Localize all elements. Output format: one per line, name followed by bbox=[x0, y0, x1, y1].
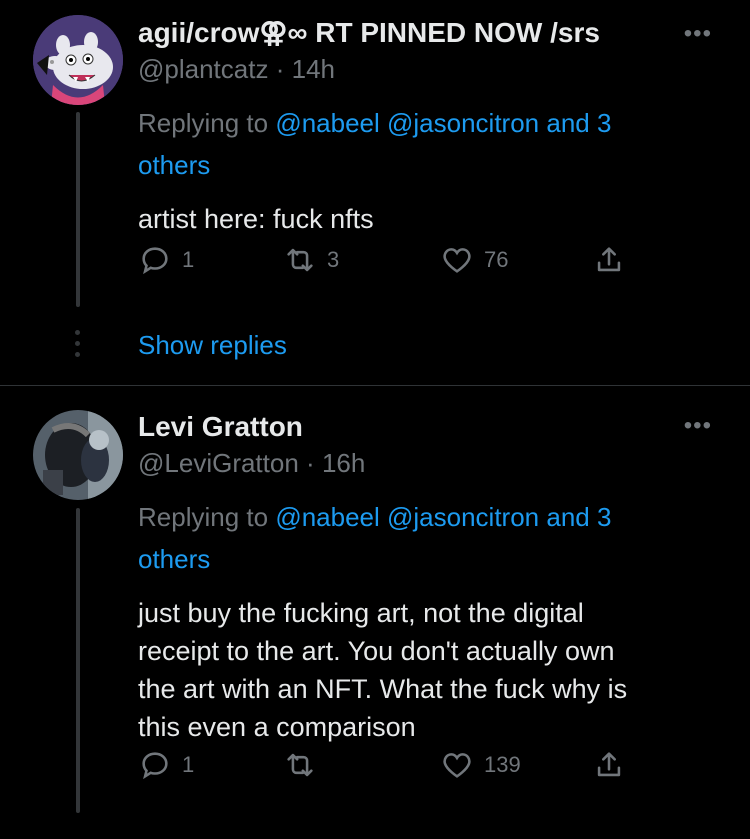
handle-row: @plantcatz · 14h bbox=[138, 52, 698, 86]
share-button[interactable] bbox=[592, 748, 626, 782]
tweet-text-line: the art with an NFT. What the fuck why i… bbox=[138, 674, 628, 704]
thread-dots bbox=[71, 330, 83, 363]
retweet-icon bbox=[287, 753, 313, 777]
heart-icon bbox=[443, 248, 471, 273]
tweet-content: Levi Gratton @LeviGratton · 16h Replying… bbox=[138, 410, 698, 746]
handle[interactable]: @plantcatz bbox=[138, 54, 268, 84]
tweet-text: just buy the fucking art, not the digita… bbox=[138, 594, 698, 746]
like-count: 139 bbox=[484, 752, 521, 777]
mention-links[interactable]: @nabeel @jasoncitron bbox=[275, 108, 539, 138]
more-options-icon[interactable]: ••• bbox=[684, 412, 712, 440]
reply-button[interactable]: 1 bbox=[138, 748, 194, 782]
avatar[interactable] bbox=[33, 410, 123, 500]
replying-to: Replying to @nabeel @jasoncitron and 3 o… bbox=[138, 496, 698, 580]
timestamp[interactable]: 16h bbox=[322, 448, 365, 478]
tweet-text: artist here: fuck nfts bbox=[138, 204, 374, 234]
tweet-2[interactable]: Levi Gratton @LeviGratton · 16h Replying… bbox=[0, 386, 750, 839]
mention-links[interactable]: @nabeel @jasoncitron bbox=[275, 502, 539, 532]
retweet-count: 3 bbox=[327, 247, 340, 272]
tweet-1[interactable]: agii/crow⚢∞ RT PINNED NOW /srs @plantcat… bbox=[0, 0, 750, 385]
like-button[interactable]: 139 bbox=[440, 748, 521, 782]
replying-prefix: Replying to bbox=[138, 108, 269, 138]
thread-line bbox=[76, 508, 80, 813]
reply-count: 1 bbox=[182, 752, 195, 777]
share-icon bbox=[597, 247, 621, 272]
display-name[interactable]: agii/crow⚢∞ RT PINNED NOW /srs bbox=[138, 16, 698, 50]
retweet-button[interactable]: 3 bbox=[283, 243, 339, 277]
share-icon bbox=[597, 752, 621, 777]
replying-to: Replying to @nabeel @jasoncitron and 3 o… bbox=[138, 102, 698, 186]
more-options-icon[interactable]: ••• bbox=[684, 20, 712, 48]
thread-line bbox=[76, 112, 80, 307]
avatar[interactable] bbox=[33, 15, 123, 105]
and-others-link[interactable]: and 3 bbox=[546, 502, 611, 532]
tweet-actions: 1 139 bbox=[138, 748, 638, 788]
replying-prefix: Replying to bbox=[138, 502, 269, 532]
tweet-content: agii/crow⚢∞ RT PINNED NOW /srs @plantcat… bbox=[138, 16, 698, 238]
like-button[interactable]: 76 bbox=[440, 243, 508, 277]
show-replies-link[interactable]: Show replies bbox=[138, 330, 287, 361]
tweet-text-line: this even a comparison bbox=[138, 712, 416, 742]
peppa-character-avatar-icon bbox=[33, 15, 123, 105]
display-name[interactable]: Levi Gratton bbox=[138, 410, 698, 444]
reply-button[interactable]: 1 bbox=[138, 243, 194, 277]
tweet-text-line: receipt to the art. You don't actually o… bbox=[138, 636, 615, 666]
timestamp[interactable]: 14h bbox=[292, 54, 335, 84]
others-link[interactable]: others bbox=[138, 544, 210, 574]
like-count: 76 bbox=[484, 247, 509, 272]
handle[interactable]: @LeviGratton bbox=[138, 448, 299, 478]
photo-avatar-icon bbox=[33, 410, 123, 500]
tweet-actions: 1 3 76 bbox=[138, 243, 638, 283]
reply-icon bbox=[142, 752, 168, 780]
separator: · bbox=[306, 448, 315, 478]
reply-count: 1 bbox=[182, 247, 195, 272]
and-others-link[interactable]: and 3 bbox=[546, 108, 611, 138]
retweet-icon bbox=[287, 248, 313, 272]
heart-icon bbox=[443, 753, 471, 778]
separator: · bbox=[275, 54, 285, 84]
share-button[interactable] bbox=[592, 243, 626, 277]
display-name-text[interactable]: agii/crow⚢∞ RT PINNED NOW /srs bbox=[138, 16, 600, 50]
retweet-button[interactable] bbox=[283, 748, 327, 782]
reply-icon bbox=[142, 247, 168, 275]
tweet-text-line: just buy the fucking art, not the digita… bbox=[138, 598, 584, 628]
handle-row: @LeviGratton · 16h bbox=[138, 446, 698, 480]
display-name-text[interactable]: Levi Gratton bbox=[138, 410, 303, 444]
others-link[interactable]: others bbox=[138, 150, 210, 180]
